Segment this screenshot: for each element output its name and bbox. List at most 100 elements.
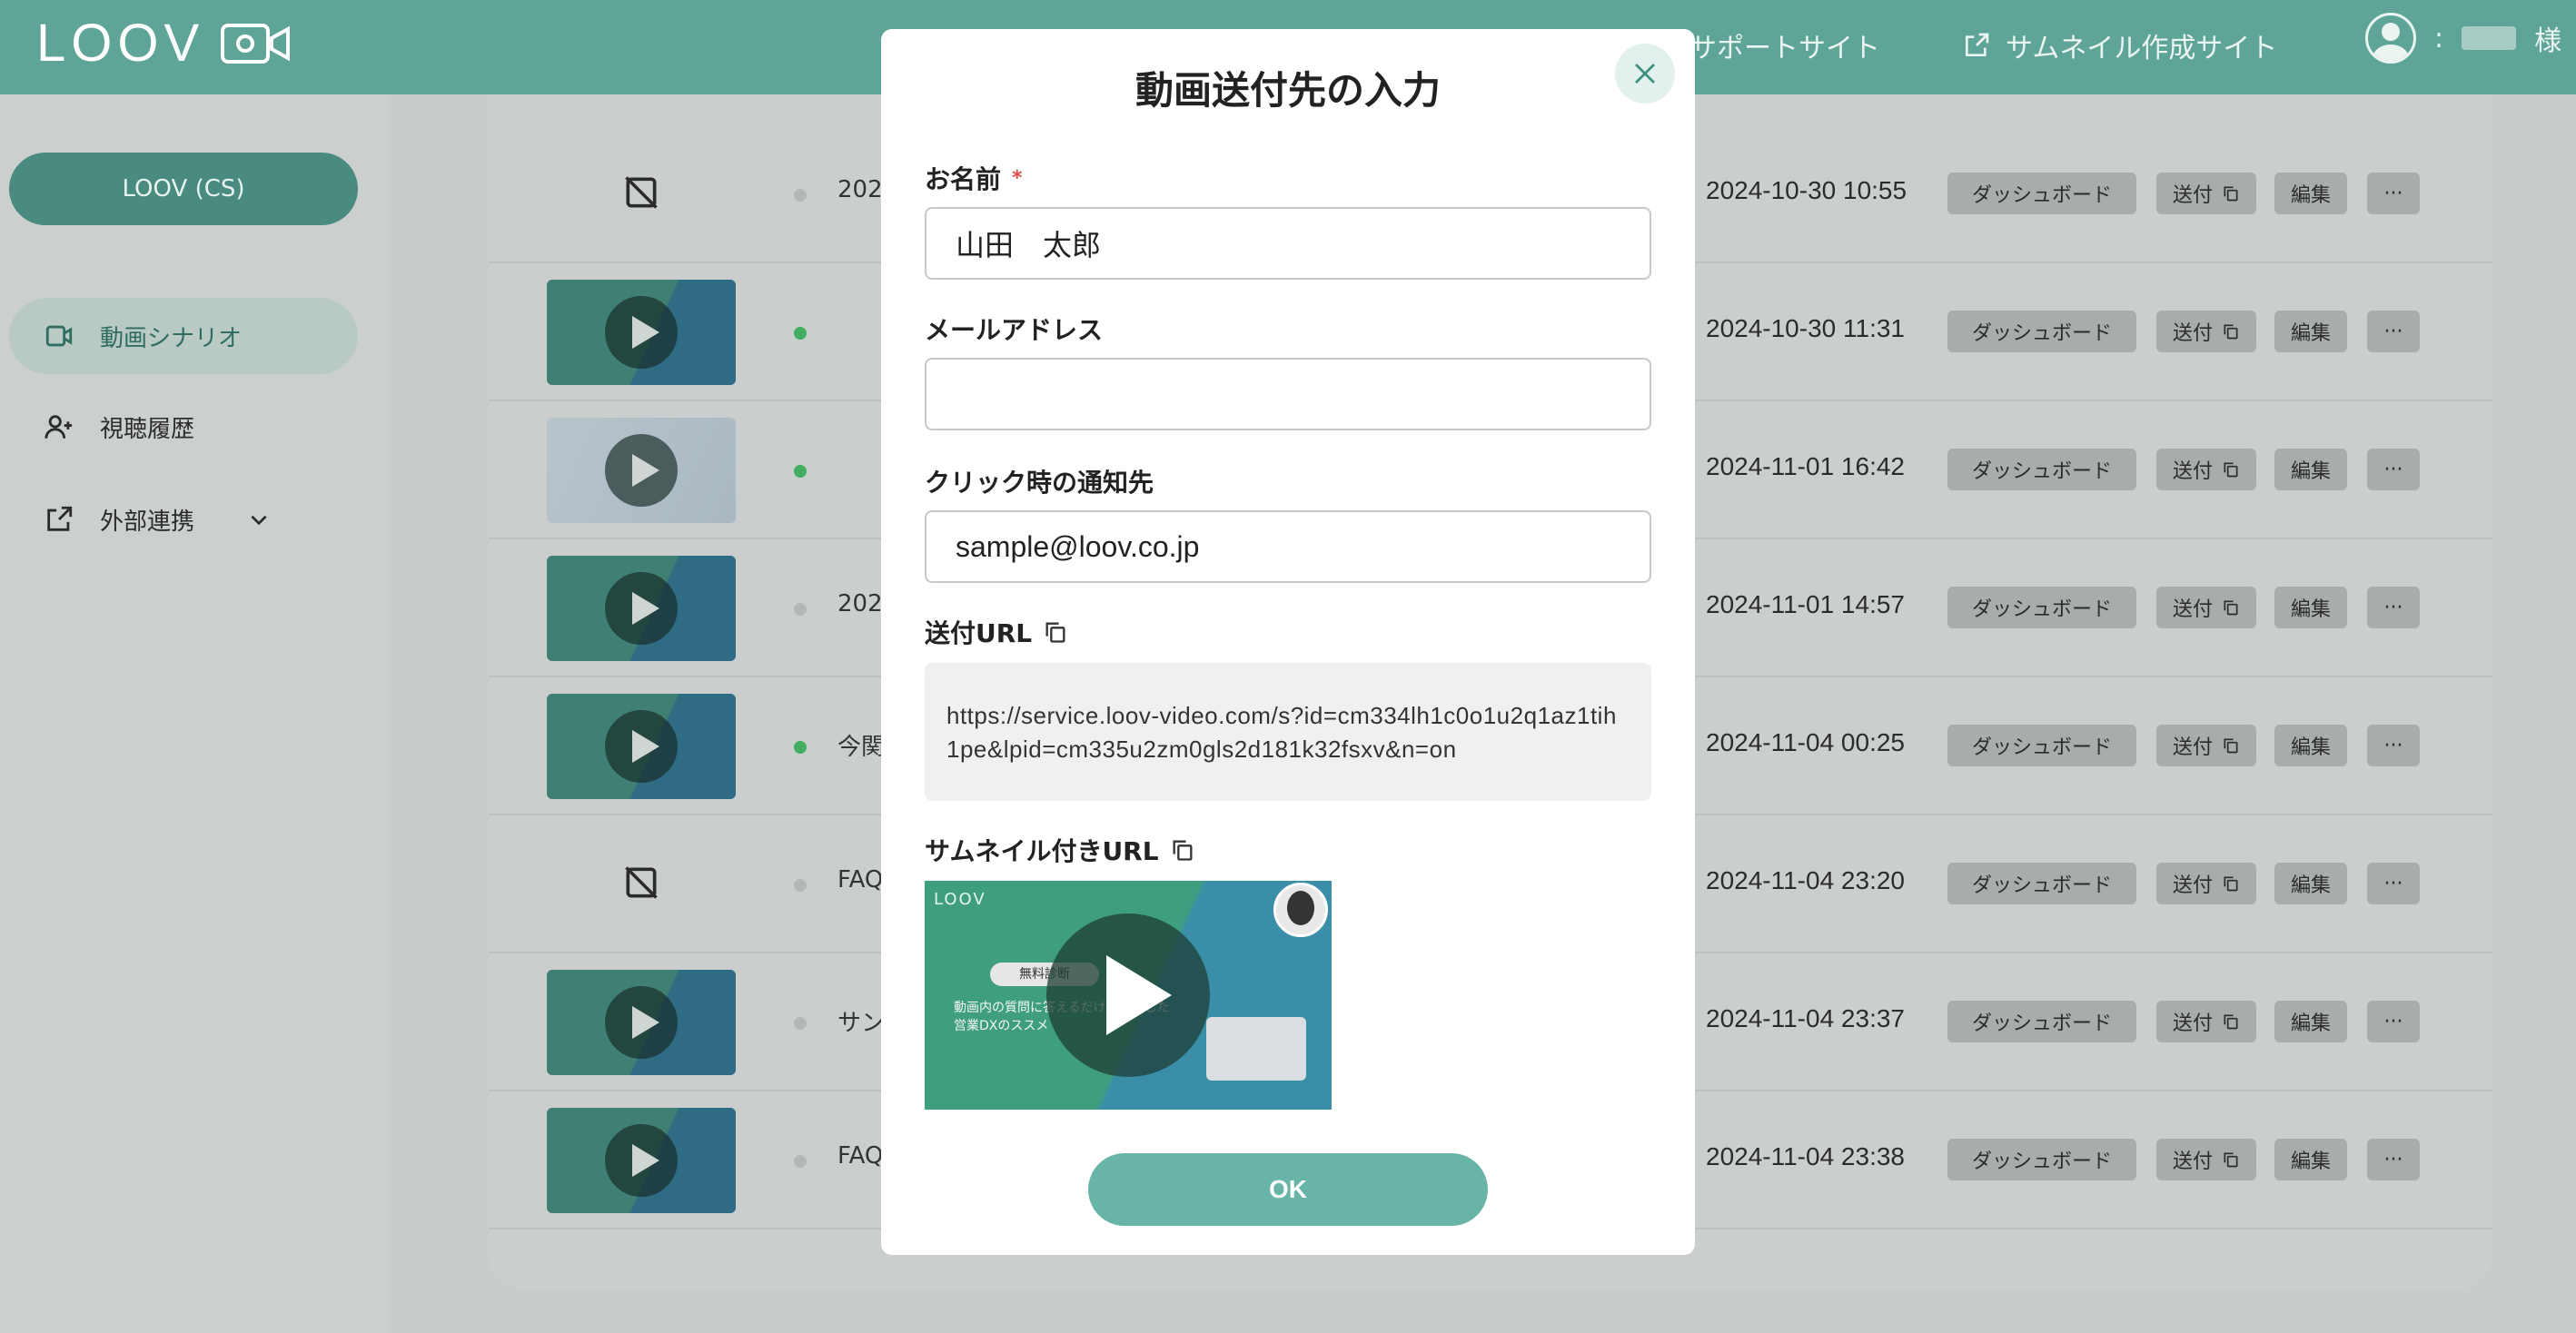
video-thumbnail[interactable]: [547, 1108, 736, 1213]
more-button[interactable]: ···: [2367, 863, 2420, 904]
email-input[interactable]: [925, 358, 1651, 430]
required-mark: *: [1012, 166, 1023, 190]
send-button-label: 送付: [2172, 184, 2213, 207]
chevron-down-icon: [251, 515, 267, 526]
loov-logo[interactable]: LOOV: [36, 13, 291, 74]
copy-icon: [2224, 186, 2238, 202]
row-date: 2024-10-30 11:31: [1706, 314, 1905, 342]
row-date: 2024-11-04 23:38: [1706, 1142, 1905, 1170]
send-url-label-text: 送付URL: [925, 618, 1033, 648]
name-input[interactable]: [925, 207, 1651, 280]
status-dot: [794, 189, 807, 202]
presenter-avatar: [1273, 883, 1328, 937]
no-image-icon: [625, 866, 658, 899]
row-title[interactable]: 202: [837, 590, 883, 617]
notify-label-text: クリック時の通知先: [925, 468, 1154, 498]
row-title[interactable]: FAQ: [837, 1142, 883, 1170]
user-name-redacted: [2462, 26, 2517, 50]
dashboard-button[interactable]: ダッシュボード: [1947, 725, 2136, 766]
no-image-icon: [625, 176, 658, 209]
row-date: 2024-11-04 23:20: [1706, 866, 1905, 894]
row-title[interactable]: 202: [837, 176, 883, 203]
team-selector-button[interactable]: LOOV (CS): [9, 153, 358, 225]
more-button[interactable]: ···: [2367, 1139, 2420, 1180]
edit-button[interactable]: 編集: [2274, 1139, 2347, 1180]
more-button[interactable]: ···: [2367, 587, 2420, 628]
notify-email-input[interactable]: [925, 510, 1651, 583]
send-button[interactable]: 送付: [2156, 587, 2256, 628]
dashboard-button[interactable]: ダッシュボード: [1947, 311, 2136, 352]
video-thumbnail[interactable]: [547, 280, 736, 385]
dashboard-button[interactable]: ダッシュボード: [1947, 863, 2136, 904]
thumbnail-site-link[interactable]: サムネイル作成サイト: [1962, 18, 2277, 73]
external-link-icon: [1966, 33, 1989, 56]
play-icon: [605, 986, 678, 1059]
close-button[interactable]: [1615, 44, 1675, 104]
dashboard-button[interactable]: ダッシュボード: [1947, 587, 2136, 628]
play-icon: [605, 1124, 678, 1197]
email-label: メールアドレス: [925, 311, 1103, 347]
sidebar-item-integrations[interactable]: 外部連携: [9, 481, 358, 558]
ok-button[interactable]: OK: [1088, 1153, 1488, 1226]
play-icon: [1046, 913, 1210, 1077]
send-button-label: 送付: [2172, 322, 2213, 345]
sidebar-item-label: 動画シナリオ: [100, 324, 243, 352]
send-button[interactable]: 送付: [2156, 1139, 2256, 1180]
send-button-label: 送付: [2172, 1012, 2213, 1035]
row-title[interactable]: FAQ: [837, 866, 883, 894]
video-thumbnail[interactable]: [547, 970, 736, 1075]
more-button[interactable]: ···: [2367, 311, 2420, 352]
more-button[interactable]: ···: [2367, 725, 2420, 766]
sidebar-item-view-history[interactable]: 視聴履歴: [9, 389, 358, 465]
play-icon: [605, 710, 678, 783]
status-dot: [794, 465, 807, 478]
laptop-illustration: [1206, 1017, 1306, 1081]
thumbnail-url-label-text: サムネイル付きURL: [925, 836, 1159, 866]
email-label-text: メールアドレス: [925, 315, 1104, 345]
edit-button[interactable]: 編集: [2274, 449, 2347, 490]
send-button[interactable]: 送付: [2156, 863, 2256, 904]
sidebar: LOOV (CS) 動画シナリオ 視聴履歴 外部連携: [0, 94, 389, 1333]
send-button-label: 送付: [2172, 874, 2213, 897]
send-destination-modal: 動画送付先の入力 お名前 * メールアドレス クリック時の通知先 送付URL h…: [881, 29, 1695, 1255]
copy-icon: [2224, 876, 2238, 892]
video-thumbnail[interactable]: [547, 418, 736, 523]
thumbnail-preview[interactable]: LOOV 無料診断 動画内の質問に答えるだけで活用した営業DXのススメ: [925, 881, 1332, 1110]
play-icon: [605, 434, 678, 507]
more-button[interactable]: ···: [2367, 449, 2420, 490]
send-button[interactable]: 送付: [2156, 1001, 2256, 1042]
dashboard-button[interactable]: ダッシュボード: [1947, 1139, 2136, 1180]
send-button[interactable]: 送付: [2156, 173, 2256, 214]
copy-icon: [2224, 600, 2238, 616]
dashboard-button[interactable]: ダッシュボード: [1947, 173, 2136, 214]
user-plus-icon: [45, 415, 73, 439]
edit-button[interactable]: 編集: [2274, 863, 2347, 904]
avatar-icon: [2365, 13, 2416, 64]
dashboard-button[interactable]: ダッシュボード: [1947, 1001, 2136, 1042]
edit-button[interactable]: 編集: [2274, 725, 2347, 766]
user-menu[interactable]: : 様: [2365, 13, 2561, 64]
edit-button[interactable]: 編集: [2274, 311, 2347, 352]
edit-button[interactable]: 編集: [2274, 173, 2347, 214]
send-button[interactable]: 送付: [2156, 725, 2256, 766]
send-button[interactable]: 送付: [2156, 449, 2256, 490]
video-thumbnail[interactable]: [547, 694, 736, 799]
logo-text: LOOV: [36, 14, 205, 73]
edit-button[interactable]: 編集: [2274, 587, 2347, 628]
copy-icon[interactable]: [1170, 837, 1195, 863]
send-button-label: 送付: [2172, 1150, 2213, 1173]
support-site-label: サポートサイト: [1689, 33, 1880, 64]
row-title[interactable]: 今関: [837, 728, 885, 762]
more-button[interactable]: ···: [2367, 173, 2420, 214]
send-url-value[interactable]: https://service.loov-video.com/s?id=cm33…: [925, 663, 1651, 801]
more-button[interactable]: ···: [2367, 1001, 2420, 1042]
sidebar-item-video-scenario[interactable]: 動画シナリオ: [9, 298, 358, 374]
edit-button[interactable]: 編集: [2274, 1001, 2347, 1042]
dashboard-button[interactable]: ダッシュボード: [1947, 449, 2136, 490]
play-icon: [605, 296, 678, 369]
row-date: 2024-10-30 10:55: [1706, 176, 1907, 204]
video-thumbnail[interactable]: [547, 556, 736, 661]
copy-icon[interactable]: [1043, 619, 1068, 645]
send-button-label: 送付: [2172, 460, 2213, 483]
send-button[interactable]: 送付: [2156, 311, 2256, 352]
